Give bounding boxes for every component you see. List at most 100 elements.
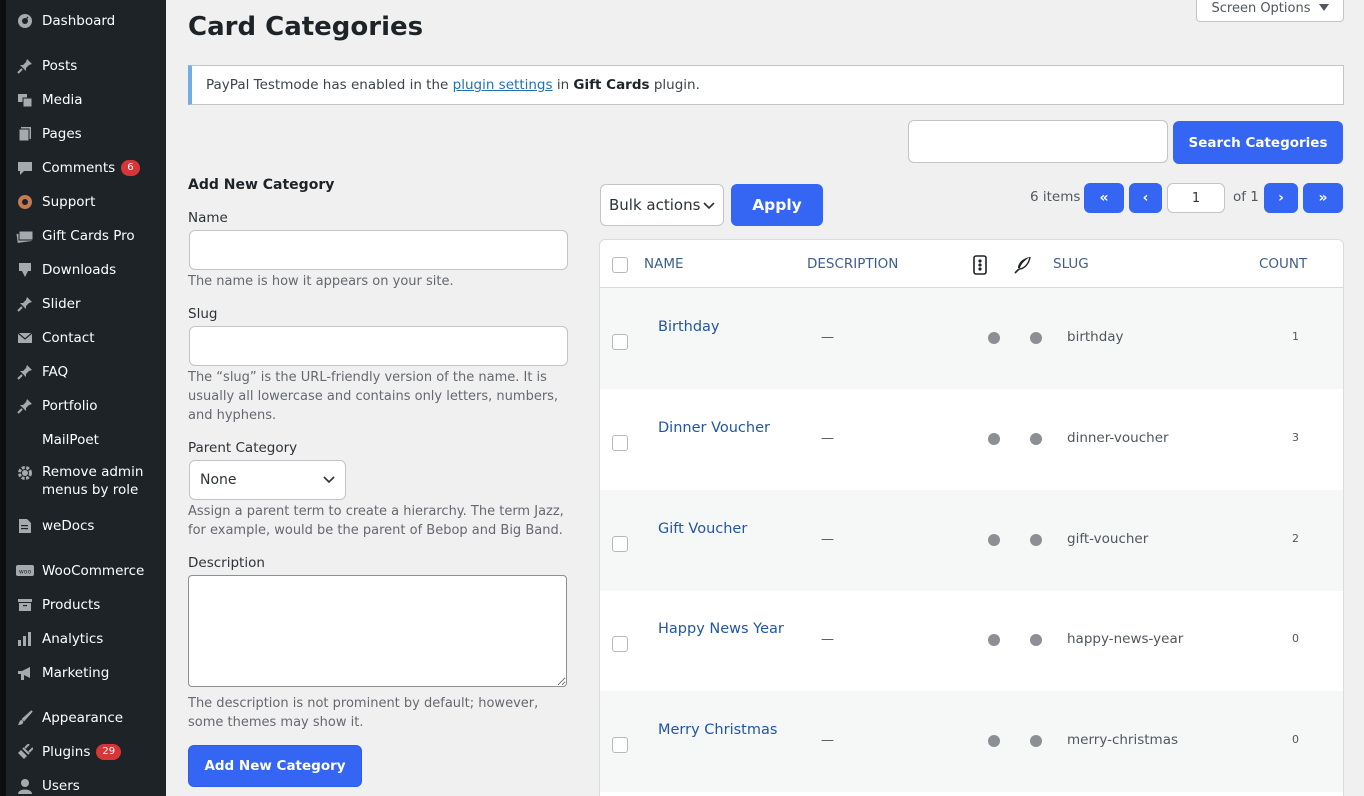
description-textarea[interactable] bbox=[188, 575, 567, 687]
search-categories-button[interactable]: Search Categories bbox=[1173, 121, 1343, 164]
media-icon bbox=[14, 91, 36, 109]
add-new-category-button[interactable]: Add New Category bbox=[188, 745, 362, 787]
archive-icon bbox=[14, 596, 36, 614]
sidebar-item-media[interactable]: Media bbox=[6, 85, 166, 115]
parent-category-label: Parent Category bbox=[188, 440, 298, 456]
chevron-down-icon bbox=[703, 196, 715, 214]
sidebar-item-users[interactable]: Users bbox=[6, 771, 166, 796]
sidebar-item-wedocs[interactable]: weDocs bbox=[6, 511, 166, 541]
sidebar-item-dashboard[interactable]: Dashboard bbox=[6, 6, 166, 36]
row-checkbox[interactable] bbox=[612, 636, 628, 652]
category-description: — bbox=[821, 431, 834, 446]
screen-options-button[interactable]: Screen Options bbox=[1196, 0, 1344, 22]
sidebar-item-label: Appearance bbox=[42, 710, 124, 726]
bulk-actions-select[interactable]: Bulk actions bbox=[600, 184, 724, 226]
category-count[interactable]: 2 bbox=[1292, 532, 1299, 545]
sidebar-item-plugins[interactable]: Plugins 29 bbox=[6, 737, 166, 767]
sidebar-item-pages[interactable]: Pages bbox=[6, 119, 166, 149]
status-dot-icon bbox=[988, 433, 1000, 445]
category-name-link[interactable]: Gift Voucher bbox=[658, 521, 747, 537]
category-count[interactable]: 3 bbox=[1292, 431, 1299, 444]
category-name-link[interactable]: Birthday bbox=[658, 319, 719, 335]
sidebar-item-label: Pages bbox=[42, 126, 82, 142]
parent-category-select[interactable]: None bbox=[189, 460, 346, 500]
sidebar-item-appearance[interactable]: Appearance bbox=[6, 703, 166, 733]
category-name-link[interactable]: Merry Christmas bbox=[658, 722, 777, 738]
column-header-description[interactable]: DESCRIPTION bbox=[807, 256, 898, 272]
apply-button[interactable]: Apply bbox=[731, 184, 823, 226]
row-checkbox[interactable] bbox=[612, 536, 628, 552]
status-dot-icon bbox=[1030, 534, 1042, 546]
first-page-button[interactable]: « bbox=[1084, 183, 1124, 213]
sidebar-item-posts[interactable]: Posts bbox=[6, 51, 166, 81]
sidebar-item-support[interactable]: Support bbox=[6, 187, 166, 217]
sidebar-item-portfolio[interactable]: Portfolio bbox=[6, 391, 166, 421]
sidebar-item-contact[interactable]: Contact bbox=[6, 323, 166, 353]
category-name-link[interactable]: Dinner Voucher bbox=[658, 420, 770, 436]
document-icon bbox=[14, 517, 36, 535]
slug-field[interactable] bbox=[189, 326, 568, 366]
sidebar-item-label: Users bbox=[42, 778, 80, 794]
category-count[interactable]: 0 bbox=[1292, 733, 1299, 746]
svg-text:woo: woo bbox=[19, 569, 32, 576]
row-checkbox[interactable] bbox=[612, 435, 628, 451]
status-dot-icon bbox=[1030, 433, 1042, 445]
total-pages: of 1 bbox=[1233, 189, 1259, 205]
search-categories-input[interactable] bbox=[908, 120, 1168, 163]
sidebar-item-downloads[interactable]: Downloads bbox=[6, 255, 166, 285]
sidebar-item-label: Products bbox=[42, 597, 101, 613]
sidebar-item-mailpoet[interactable]: MailPoet bbox=[6, 425, 166, 455]
slug-label: Slug bbox=[188, 306, 218, 322]
column-header-count[interactable]: COUNT bbox=[1259, 256, 1307, 272]
sidebar-item-products[interactable]: Products bbox=[6, 590, 166, 620]
row-checkbox[interactable] bbox=[612, 334, 628, 350]
status-dot-icon bbox=[1030, 332, 1042, 344]
sidebar-item-analytics[interactable]: Analytics bbox=[6, 624, 166, 654]
add-new-category-heading: Add New Category bbox=[188, 177, 335, 193]
admin-sidebar: Dashboard Posts Media Pages Comments 6 S… bbox=[0, 0, 166, 796]
select-all-checkbox[interactable] bbox=[612, 257, 628, 273]
column-header-name[interactable]: NAME bbox=[644, 256, 684, 272]
category-name-link[interactable]: Happy News Year bbox=[658, 621, 784, 637]
plugin-settings-link[interactable]: plugin settings bbox=[453, 77, 553, 93]
sidebar-item-faq[interactable]: FAQ bbox=[6, 357, 166, 387]
pin-icon bbox=[14, 295, 36, 313]
plug-icon bbox=[14, 743, 36, 761]
category-count[interactable]: 1 bbox=[1292, 330, 1299, 343]
pin-icon bbox=[14, 363, 36, 381]
category-description: — bbox=[821, 532, 834, 547]
pages-icon bbox=[14, 125, 36, 143]
sidebar-item-marketing[interactable]: Marketing bbox=[6, 658, 166, 688]
column-header-slug[interactable]: SLUG bbox=[1053, 256, 1089, 272]
status-dot-icon bbox=[988, 634, 1000, 646]
table-row: Birthday — birthday 1 bbox=[600, 288, 1343, 389]
categories-table: NAME DESCRIPTION SLUG COUNT Birthday — b… bbox=[599, 239, 1344, 796]
category-count[interactable]: 0 bbox=[1292, 632, 1299, 645]
table-row: Merry Christmas — merry-christmas 0 bbox=[600, 691, 1343, 792]
sidebar-item-remove-admin-menus[interactable]: Remove admin menus by role bbox=[6, 463, 166, 503]
sidebar-item-woocommerce[interactable]: woo WooCommerce bbox=[6, 556, 166, 586]
sidebar-item-comments[interactable]: Comments 6 bbox=[6, 153, 166, 183]
sidebar-item-label: weDocs bbox=[42, 518, 95, 534]
triangle-down-icon bbox=[1318, 1, 1329, 16]
sidebar-item-label: Support bbox=[42, 194, 96, 210]
previous-page-button[interactable]: ‹ bbox=[1129, 183, 1162, 213]
user-icon bbox=[14, 777, 36, 795]
slug-help-text: The “slug” is the URL-friendly version o… bbox=[188, 370, 559, 423]
last-page-button[interactable]: » bbox=[1303, 183, 1343, 213]
row-checkbox[interactable] bbox=[612, 737, 628, 753]
current-page-input[interactable] bbox=[1167, 183, 1225, 213]
sidebar-item-slider[interactable]: Slider bbox=[6, 289, 166, 319]
paypal-testmode-notice: PayPal Testmode has enabled in the plugi… bbox=[188, 65, 1344, 105]
sidebar-item-label: Remove admin menus by role bbox=[42, 464, 144, 498]
sidebar-item-label: Comments bbox=[42, 160, 116, 176]
table-row: Gift Voucher — gift-voucher 2 bbox=[600, 490, 1343, 591]
bulk-actions-value: Bulk actions bbox=[609, 196, 701, 214]
comments-count-badge: 6 bbox=[121, 160, 140, 176]
next-page-button[interactable]: › bbox=[1264, 183, 1298, 213]
chevron-down-icon bbox=[323, 472, 335, 488]
feather-icon bbox=[1014, 256, 1032, 278]
sidebar-item-gift-cards-pro[interactable]: Gift Cards Pro bbox=[6, 221, 166, 251]
name-field[interactable] bbox=[189, 230, 568, 270]
category-slug: happy-news-year bbox=[1067, 631, 1184, 647]
